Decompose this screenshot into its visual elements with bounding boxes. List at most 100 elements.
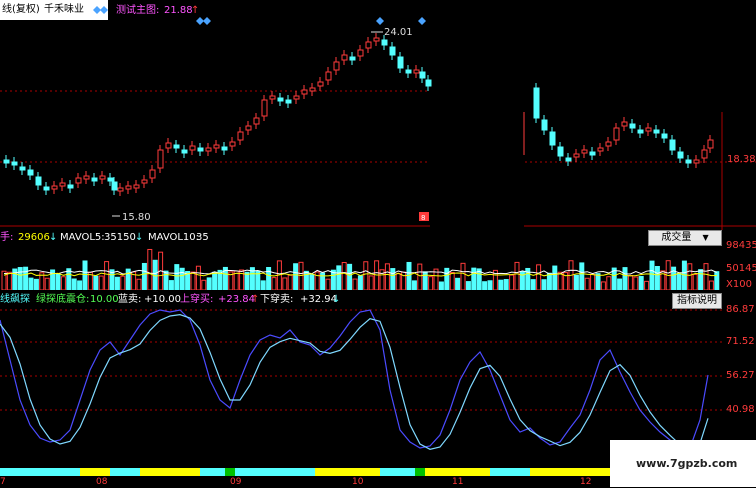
volume-axis-mid: 50145 — [726, 263, 756, 274]
signal-segment — [415, 468, 425, 476]
candle-body — [269, 95, 276, 100]
volume-bar — [455, 277, 461, 290]
volume-bar — [487, 280, 493, 290]
candle-body — [27, 169, 34, 176]
candle-body — [357, 49, 364, 57]
volume-bar — [503, 279, 509, 290]
candle-body — [197, 147, 204, 152]
candle-body — [35, 176, 42, 186]
volume-bar — [465, 281, 471, 290]
volume-bar — [422, 271, 428, 290]
candle-body — [425, 79, 432, 87]
oscillator-chart[interactable] — [0, 300, 722, 462]
timeline-label: 7 — [0, 477, 6, 487]
candle-body — [373, 37, 380, 42]
volume-bar — [33, 278, 39, 290]
volume-bar — [93, 275, 99, 290]
candlestick-chart[interactable]: 24.01 15.80 18.38 8 — [0, 0, 756, 230]
indicator-axis-2: 71.52 — [726, 336, 755, 347]
volume-bar — [654, 266, 660, 290]
volume-bar — [530, 279, 536, 290]
volume-bar — [708, 280, 714, 290]
candle-body — [221, 146, 228, 151]
candle-body — [11, 161, 18, 166]
volume-bar — [509, 274, 515, 290]
volume-bar — [557, 271, 563, 290]
timeline-label: 10 — [352, 477, 364, 487]
diamond-marker — [196, 17, 204, 25]
candle-body — [261, 99, 268, 117]
volume-bars-chart[interactable] — [0, 244, 722, 290]
chevron-down-icon: ▼ — [702, 233, 709, 242]
candle-body — [189, 145, 196, 151]
candle-body — [397, 56, 404, 69]
volume-bar — [357, 275, 363, 290]
candle-body — [111, 181, 118, 191]
candle-body — [677, 151, 684, 159]
volume-bar — [579, 262, 585, 290]
volume-bar — [444, 267, 450, 290]
signal-segment — [530, 468, 610, 476]
volume-value: 29606 — [18, 232, 50, 243]
candle-body — [149, 169, 156, 179]
volume-bar — [552, 265, 558, 290]
volume-bar — [206, 277, 212, 290]
volume-bar — [352, 278, 358, 290]
candle-body — [99, 175, 106, 180]
volume-arrow: ↓ — [49, 232, 58, 243]
volume-bar — [573, 274, 579, 290]
volume-bar — [600, 281, 606, 290]
volume-bar — [174, 264, 180, 290]
signal-segment — [380, 468, 415, 476]
volume-bar — [438, 281, 444, 290]
volume-bar — [71, 278, 77, 290]
volume-bar — [104, 261, 110, 290]
candle-body — [3, 159, 10, 164]
candle-body — [645, 127, 652, 132]
volume-bar — [195, 265, 201, 290]
candle-body — [629, 123, 636, 129]
indicator-axis-1: 86.87 — [726, 304, 755, 315]
oscillator-fast-line — [0, 309, 709, 451]
timeline-label: 08 — [96, 477, 108, 487]
candle-body — [75, 177, 82, 184]
volume-bar — [141, 262, 147, 290]
volume-bar — [168, 280, 174, 290]
candle-body — [405, 69, 412, 74]
volume-bar — [514, 261, 520, 290]
volume-bar — [55, 273, 61, 290]
volume-bar — [606, 276, 612, 290]
candle-body — [365, 41, 372, 49]
volume-bar — [546, 272, 552, 290]
diamond-marker — [100, 6, 108, 14]
volume-bar — [179, 267, 185, 290]
candle-body — [245, 125, 252, 131]
candle-body — [693, 159, 700, 164]
signal-segment — [140, 468, 200, 476]
candle-body — [613, 127, 620, 141]
volume-bar — [703, 263, 709, 290]
signal-segment — [490, 468, 530, 476]
volume-bar — [714, 271, 720, 290]
candle-body — [413, 69, 420, 74]
candle-body — [389, 46, 396, 56]
volume-bar — [584, 277, 590, 290]
right-price-label: 18.38 — [727, 154, 756, 165]
candle-body — [51, 185, 58, 190]
volume-axis-top: 98435 — [726, 240, 756, 251]
volume-bar — [595, 273, 601, 290]
volume-bar — [411, 280, 417, 290]
volume-bar — [6, 271, 12, 290]
mavol5-value: 35150 — [104, 232, 136, 243]
candle-body — [685, 159, 692, 164]
volume-bar — [77, 280, 83, 290]
candle-body — [83, 175, 90, 180]
candle-body — [581, 149, 588, 154]
candle-body — [701, 149, 708, 159]
volume-bar — [17, 267, 23, 290]
candle-body — [165, 142, 172, 149]
candle-body — [237, 131, 244, 141]
occlusion-box — [430, 0, 730, 112]
candle-body — [325, 71, 332, 81]
signal-strip — [0, 468, 610, 476]
